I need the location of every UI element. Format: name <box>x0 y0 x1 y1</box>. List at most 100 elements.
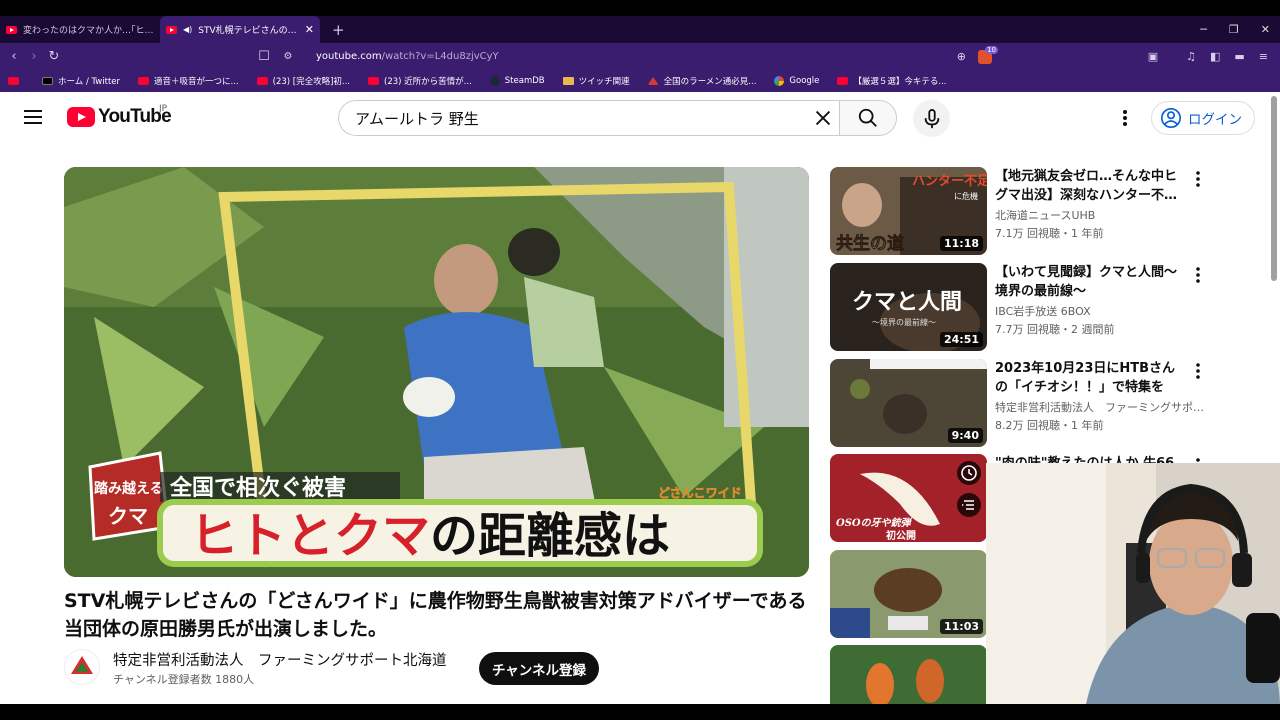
speaker-icon[interactable]: ◀) <box>183 25 192 34</box>
brave-shield-icon[interactable]: 10 <box>978 45 998 64</box>
video-thumbnail[interactable]: OSOの牙や銃弾 初公開 <box>830 454 987 542</box>
video-duration: 11:18 <box>939 236 983 251</box>
youtube-icon <box>138 77 150 85</box>
folder-icon <box>562 77 574 85</box>
related-video-meta: 8.2万 回視聴・1 年前 <box>995 419 1104 432</box>
screen-bottom-strip <box>0 704 1280 720</box>
bookmark-label: ツイッチ関連 <box>578 77 630 87</box>
login-label: ログイン <box>1188 112 1242 128</box>
bookmarks-bar: ホーム / Twitter 適音＋吸音が一つに... (23) [完全攻略]初.… <box>0 70 1280 92</box>
more-actions-icon[interactable] <box>1194 171 1202 187</box>
close-tab-icon[interactable]: ✕ <box>305 23 314 36</box>
clear-search-icon[interactable] <box>812 107 834 129</box>
bookmark-item[interactable]: SteamDB <box>489 76 545 86</box>
media-icon[interactable]: ♫ <box>1186 50 1196 63</box>
thumb-caption: ハンター不足 <box>912 174 987 189</box>
browser-tab-1[interactable]: 変わったのはクマか人か…｢ヒグマの人慣れ <box>0 16 160 43</box>
microphone-icon <box>924 108 939 128</box>
related-video-title[interactable]: 2023年10月23日にHTBさんの「イチオシ！！」で特集を放… <box>995 359 1185 397</box>
video-thumbnail[interactable]: 9:40 <box>830 359 987 447</box>
subscribe-button[interactable]: チャンネル登録 <box>479 652 599 685</box>
youtube-icon <box>256 77 268 85</box>
video-thumbnail[interactable] <box>830 645 987 704</box>
channel-avatar[interactable] <box>64 649 100 685</box>
video-thumbnail[interactable]: 11:03 <box>830 550 987 638</box>
bookmark-item[interactable]: 適音＋吸音が一つに... <box>138 75 239 87</box>
related-video-item[interactable]: 9:40 2023年10月23日にHTBさんの「イチオシ！！」で特集を放… 特定… <box>830 359 1220 447</box>
watch-later-icon[interactable] <box>956 460 982 486</box>
related-channel-name[interactable]: 特定非営利活動法人 ファーミングサポ… <box>995 399 1210 415</box>
page-scrollbar[interactable] <box>1271 96 1277 281</box>
more-actions-icon[interactable] <box>1194 363 1202 379</box>
settings-more-icon[interactable] <box>1117 108 1133 128</box>
thumb-caption: クマと人間 <box>852 289 962 315</box>
site-info-icon[interactable]: ⚙ <box>278 51 298 62</box>
channel-name[interactable]: 特定非営利活動法人 ファーミングサポート北海道 <box>113 649 447 670</box>
url-field[interactable]: youtube.com/watch?v=L4du8zjvCyY <box>316 51 499 62</box>
forward-icon[interactable]: › <box>24 49 44 64</box>
add-to-queue-icon[interactable] <box>956 492 982 518</box>
youtube-logo[interactable]: YouTube <box>67 106 172 128</box>
related-video-title[interactable]: 【いわて見聞録】クマと人間〜境界の最前線〜 <box>995 263 1185 301</box>
restore-icon[interactable]: ❐ <box>1229 23 1239 36</box>
thumb-caption: 初公開 <box>886 529 916 542</box>
video-thumbnail[interactable]: ハンター不足 に危機 共生の道 11:18 <box>830 167 987 255</box>
thumb-caption: 〜境界の最前線〜 <box>872 317 936 327</box>
menu-icon[interactable]: ≡ <box>1259 50 1268 63</box>
hamburger-menu-icon[interactable] <box>24 110 42 124</box>
video-player[interactable]: 踏み越える クマ 全国で相次ぐ被害 どさんこワイド ヒトとクマ の距離感は <box>64 167 809 577</box>
youtube-favicon-icon <box>166 25 177 34</box>
bookmark-folder[interactable]: ツイッチ関連 <box>562 75 630 87</box>
account-icon <box>1161 108 1181 128</box>
split-view-icon[interactable]: ◧ <box>1210 50 1220 63</box>
extension-icon[interactable]: ▬ <box>1234 50 1244 63</box>
related-channel-name[interactable]: 北海道ニュースUHB <box>995 207 1210 223</box>
sidebar-icon[interactable]: ▣ <box>1148 50 1158 63</box>
video-duration: 24:51 <box>939 332 983 347</box>
bookmark-item[interactable]: (23) [完全攻略]初... <box>256 75 351 87</box>
more-actions-icon[interactable] <box>1194 267 1202 283</box>
tab-title: STV札幌テレビさんの「どさんワイド」 <box>198 26 299 36</box>
close-window-icon[interactable]: ✕ <box>1261 23 1270 36</box>
toolbar-actions: ⊕ 10 ▣ ♫ ◧ ▬ ≡ <box>957 43 1268 70</box>
related-video-meta: 7.7万 回視聴・2 週間前 <box>995 323 1115 336</box>
video-subtitle-text: 全国で相次ぐ被害 <box>169 475 346 501</box>
video-thumbnail[interactable]: クマと人間 〜境界の最前線〜 24:51 <box>830 263 987 351</box>
bookmark-item[interactable]: 全国のラーメン通必見... <box>647 75 756 87</box>
x-icon <box>42 77 53 85</box>
new-tab-button[interactable]: + <box>332 21 345 39</box>
bookmark-item[interactable]: (23) 近所から苦情が... <box>368 75 472 87</box>
related-video-item[interactable]: クマと人間 〜境界の最前線〜 24:51 【いわて見聞録】クマと人間〜境界の最前… <box>830 263 1220 351</box>
bookmark-label: (23) 近所から苦情が... <box>384 77 472 87</box>
back-icon[interactable]: ‹ <box>4 49 24 64</box>
search-button[interactable] <box>839 100 897 136</box>
voice-search-button[interactable] <box>913 100 950 137</box>
url-path: /watch?v=L4du8zjvCyY <box>381 51 499 62</box>
related-channel-name[interactable]: IBC岩手放送 6BOX <box>995 303 1210 319</box>
streamer-webcam-overlay <box>986 463 1280 704</box>
window-controls: ─ ❐ ✕ <box>1200 16 1270 43</box>
related-video-title[interactable]: 【地元猟友会ゼロ…そんな中ヒグマ出没】深刻なハンター不… <box>995 167 1185 205</box>
related-video-item[interactable]: ハンター不足 に危機 共生の道 11:18 【地元猟友会ゼロ…そんな中ヒグマ出没… <box>830 167 1220 255</box>
zoom-icon[interactable]: ⊕ <box>957 50 966 63</box>
bookmark-item[interactable]: Google <box>774 76 819 86</box>
bookmark-item[interactable]: ホーム / Twitter <box>42 75 120 87</box>
video-duration: 11:03 <box>939 619 983 634</box>
thumb-caption: OSOの牙や銃弾 <box>836 517 913 529</box>
login-button[interactable]: ログイン <box>1151 101 1255 135</box>
bookmark-label: (23) [完全攻略]初... <box>272 77 351 87</box>
bookmark-item[interactable]: 【厳選５選】今キテる... <box>837 75 947 87</box>
browser-tab-2-active[interactable]: ◀) STV札幌テレビさんの「どさんワイド」 ✕ <box>160 16 320 43</box>
subscriber-count: チャンネル登録者数 1880人 <box>113 673 255 686</box>
youtube-header: YouTube JP ログイン <box>0 92 1270 144</box>
corner-badge-text-1: 踏み越える <box>94 480 164 497</box>
reload-icon[interactable]: ↻ <box>44 49 64 64</box>
bookmark-icon[interactable]: ☐ <box>254 49 274 64</box>
url-host: youtube.com <box>316 51 382 62</box>
search-input[interactable] <box>355 109 795 127</box>
browser-tab-bar: 変わったのはクマか人か…｢ヒグマの人慣れ ◀) STV札幌テレビさんの「どさんワ… <box>0 16 1280 43</box>
youtube-play-icon <box>67 107 95 127</box>
related-video-meta: 7.1万 回視聴・1 年前 <box>995 227 1104 240</box>
bookmark-item[interactable] <box>8 77 24 85</box>
minimize-icon[interactable]: ─ <box>1200 23 1207 36</box>
